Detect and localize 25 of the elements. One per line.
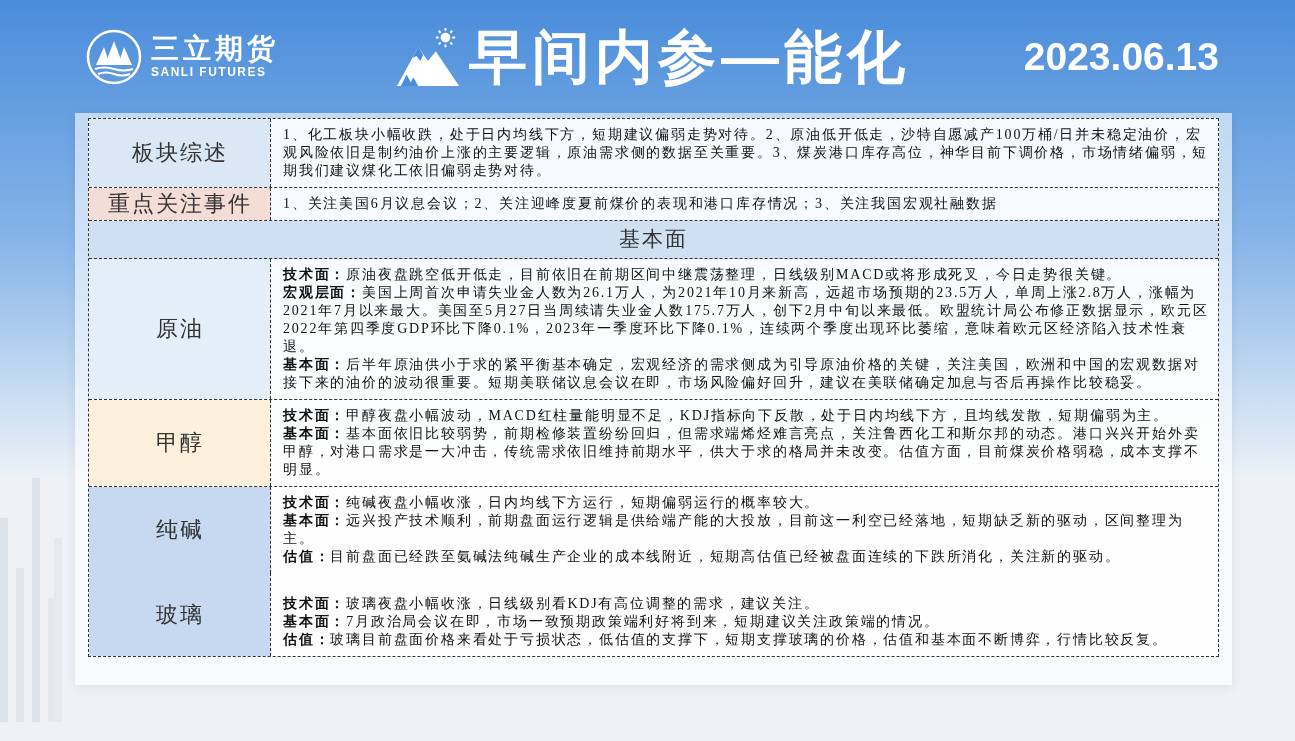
logo-icon	[86, 28, 142, 85]
section-heading: 基本面	[89, 221, 1218, 259]
brand-subtitle: SANLI FUTURES	[151, 65, 268, 80]
analysis-paragraph: 基本面：7月政治局会议在即，市场一致预期政策端利好将到来，短期建议关注政策端的情况。	[283, 613, 941, 631]
analysis-paragraph: 基本面：基本面依旧比较弱势，前期检修装置纷纷回归，但需求端烯烃难言亮点，关注鲁西化工和斯尔邦的动态。港口兴兴开始外卖甲醇，对港口需求是一大冲击，传统需求依旧维持前期水平，供大于求的格局并未改变。估值方面，目前煤炭价格弱稳，成本支撑不明显。	[283, 425, 1201, 479]
summary-text: 1、关注美国6月议息会议；2、关注迎峰度夏前煤价的表现和港口库存情况；3、关注我国宏观社融数据	[283, 195, 999, 213]
category-cell: 重点关注事件	[89, 188, 271, 220]
analysis-paragraph: 估值：玻璃目前盘面价格来看处于亏损状态，低估值的支撑下，短期支撑玻璃的价格，估值和基本面不断博弈，行情比较反复。	[283, 631, 1169, 649]
category-cell: 玻璃	[89, 573, 271, 656]
analysis-paragraph: 技术面：原油夜盘跳空低开低走，目前依旧在前期区间中继震荡整理，日线级别MACD或将形成死叉，今日走势很关键。	[283, 266, 1124, 284]
analysis-paragraph: 技术面：玻璃夜盘小幅收涨，日线级别看KDJ有高位调整的需求，建议关注。	[283, 595, 821, 613]
page-title: 早间内参—能化	[469, 23, 910, 90]
category-cell: 纯碱	[89, 487, 271, 573]
brand-name: 三立期货	[151, 33, 279, 65]
analysis-paragraph: 宏观层面：美国上周首次申请失业金人数为26.1万人，为2021年10月来新高，远超市场预期的23.5万人，单周上涨2.8万人，涨幅为2021年7月以来最大。美国至5月27日当周续请失业金人数175.7万人，创下2月中旬以来最低。欧盟统计局公布修正数据显示，欧元区2022年第四季度GDP环比下降0.1%，2023年一季度环比下降0.1%，连续两个季度出现环比萎缩，意味着欧元区经济陷入技术性衰退。	[283, 284, 1210, 356]
category-cell: 原油	[89, 259, 271, 399]
analysis-paragraph: 技术面：纯碱夜盘小幅收涨，日内均线下方运行，短期偏弱运行的概率较大。	[283, 494, 822, 512]
summary-text: 1、化工板块小幅收跌，处于日内均线下方，短期建议偏弱走势对待。2、原油低开低走，沙特自愿减产100万桶/日并未稳定油价，宏观风险依旧是制约油价上涨的主要逻辑，原油需求侧的数据至关重要。3、煤炭港口库存高位，神华目前下调价格，市场情绪偏弱，短期我们建议煤化工依旧偏弱走势对待。	[283, 126, 1210, 180]
analysis-paragraph: 技术面：甲醇夜盘小幅波动，MACD红柱量能明显不足，KDJ指标向下反散，处于日内均线下方，且均线发散，短期偏弱为主。	[283, 407, 1171, 425]
analysis-paragraph: 基本面：后半年原油供小于求的紧平衡基本确定，宏观经济的需求侧成为引导原油价格的关键，关注美国，欧洲和中国的宏观数据对接下来的油价的波动很重要。短期美联储议息会议在即，市场风险偏好回升，建议在美联储确定加息与否后再操作比较稳妥。	[283, 356, 1201, 392]
analysis-paragraph: 基本面：远兴投产技术顺利，前期盘面运行逻辑是供给端产能的大投放，目前这一利空已经落地，短期缺乏新的驱动，区间整理为主。	[283, 512, 1185, 548]
category-cell: 板块综述	[89, 119, 271, 187]
analysis-paragraph: 估值：目前盘面已经跌至氨碱法纯碱生产企业的成本线附近，短期高估值已经被盘面连续的下跌所消化，关注新的驱动。	[283, 548, 1122, 566]
report-date: 2023.06.13	[1023, 34, 1219, 79]
category-cell: 甲醇	[89, 400, 271, 486]
